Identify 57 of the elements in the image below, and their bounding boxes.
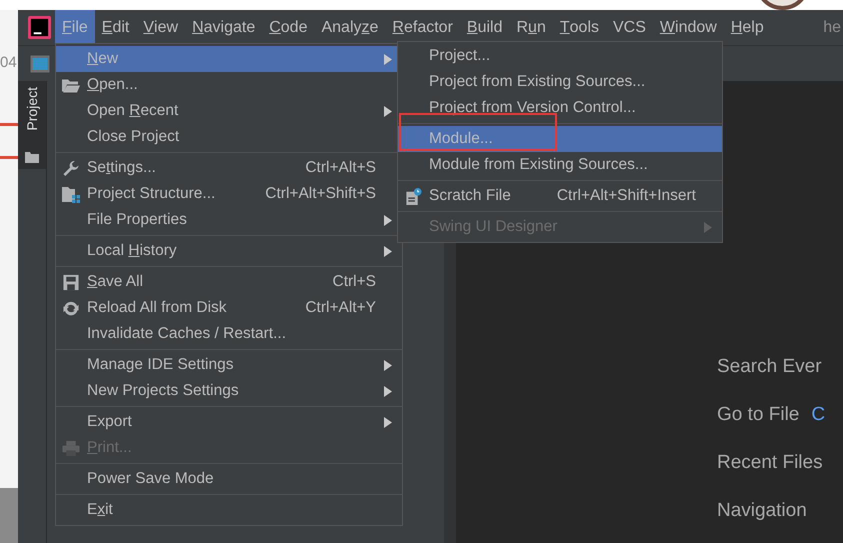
menu-bar-item[interactable]: Tools [552, 10, 606, 45]
submenu-arrow-icon [384, 246, 392, 256]
menu-item[interactable]: Exit [56, 497, 402, 523]
menu-item[interactable]: Save All Ctrl+S [56, 269, 402, 295]
menu-item[interactable]: Invalidate Caches / Restart... [56, 321, 402, 347]
menu-item[interactable]: Local History [56, 238, 402, 264]
menu-item[interactable]: Reload All from Disk Ctrl+Alt+Y [56, 295, 402, 321]
background-stripe [0, 123, 18, 126]
submenu-arrow-icon [384, 214, 392, 226]
printer-icon [62, 440, 80, 456]
menu-item[interactable]: Scratch File Ctrl+Alt+Shift+Insert [398, 183, 722, 209]
shortcut-label: Ctrl+Alt+Shift+Insert [556, 187, 696, 205]
menu-bar-item[interactable]: Navigate [185, 10, 262, 45]
welcome-action: Search Ever [717, 355, 822, 379]
menu-bar-item[interactable]: Run [509, 10, 553, 45]
folder-icon [62, 76, 80, 94]
menu-bar-item[interactable]: Help [724, 10, 771, 45]
submenu-arrow-icon [384, 54, 392, 64]
menu-bar-item[interactable]: Code [262, 10, 314, 45]
menu-item[interactable]: Export [56, 409, 402, 435]
menu-bar-item[interactable]: View [136, 10, 186, 45]
reload-icon [62, 300, 80, 316]
shortcut-label: C [811, 403, 826, 427]
shortcut-label: Ctrl+S [332, 273, 376, 291]
welcome-action: Recent Files [717, 451, 823, 475]
background-text: 04 [0, 54, 18, 71]
submenu-arrow-icon [704, 222, 712, 232]
menu-bar-item[interactable]: Build [460, 10, 510, 45]
menu-bar-item[interactable]: Edit [94, 10, 136, 45]
submenu-arrow-icon [384, 416, 392, 428]
menu-item[interactable]: Project from Existing Sources... [398, 69, 722, 95]
app-logo-icon [28, 16, 51, 39]
menu-bar-item[interactable]: Analyze [314, 10, 386, 45]
submenu-arrow-icon [384, 386, 392, 396]
menu-item[interactable]: Power Save Mode [56, 466, 402, 492]
shortcut-label: Ctrl+Alt+Shift+S [265, 185, 376, 203]
folder-icon [62, 186, 80, 202]
window-icon [30, 54, 50, 72]
window-title: he [823, 18, 842, 36]
background-stripe [0, 156, 18, 159]
menu-bar-item[interactable]: VCS [606, 10, 653, 45]
shortcut-label: Ctrl+Alt+S [305, 159, 376, 177]
submenu-arrow-icon [384, 360, 392, 370]
wrench-icon [62, 160, 80, 176]
submenu-arrow-icon [384, 106, 392, 116]
menu-item[interactable]: Project from Version Control... [398, 95, 722, 121]
menu-item[interactable]: Manage IDE Settings [56, 352, 402, 378]
shortcut-label: Ctrl+Alt+Y [305, 299, 376, 317]
menu-bar-item[interactable]: Window [652, 10, 724, 45]
welcome-action: Navigation [717, 499, 807, 523]
menu-item[interactable]: New Projects Settings [56, 378, 402, 404]
menu-item[interactable]: Module from Existing Sources... [398, 152, 722, 178]
welcome-action: Go to File [717, 403, 800, 427]
menu-bar-item[interactable]: Refactor [385, 10, 460, 45]
tool-window-tab[interactable]: Project [18, 81, 46, 169]
scratch-file-icon [404, 188, 422, 204]
folder-icon [25, 151, 39, 163]
